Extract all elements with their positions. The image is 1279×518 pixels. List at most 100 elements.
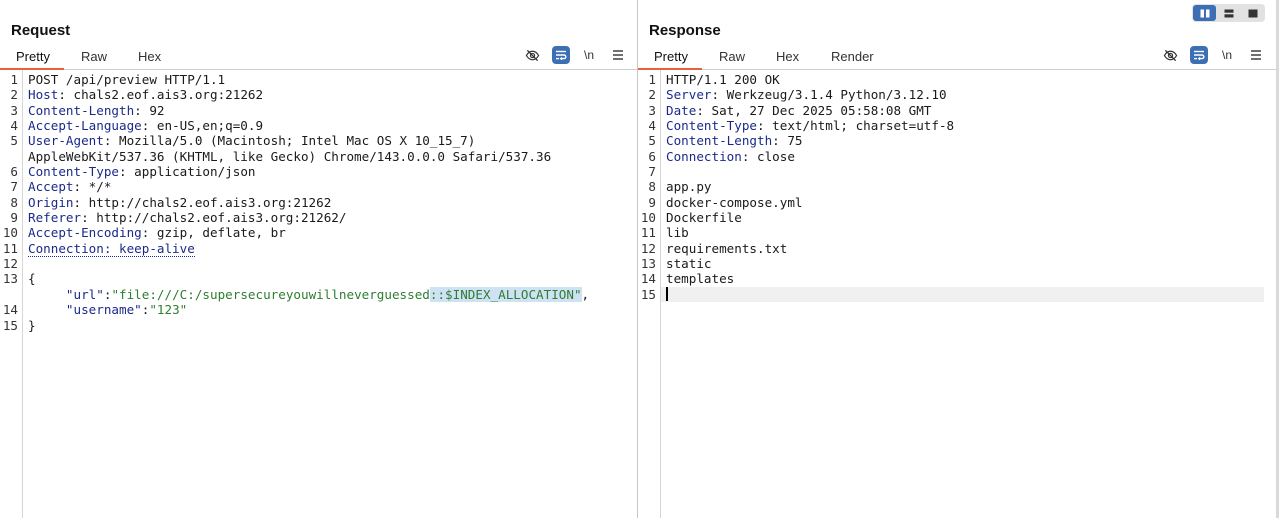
code-token: templates [666, 271, 735, 287]
line-number: 9 [648, 194, 656, 210]
line-content: static [666, 256, 712, 271]
code-token: ::$INDEX_ALLOCATION" [429, 286, 582, 302]
line-number: 14 [2, 302, 18, 318]
line-number: 8 [10, 194, 18, 210]
current-line-highlight [661, 286, 1264, 303]
request-editor[interactable]: 1 POST /api/preview HTTP/1.1 2 Host: chals2… [0, 70, 637, 518]
line-content: Dockerfile [666, 210, 742, 225]
code-line: 9 docker-compose.yml [638, 195, 1276, 210]
line-number: 14 [640, 271, 656, 287]
menu-icon[interactable] [1247, 46, 1265, 64]
menu-icon[interactable] [609, 46, 627, 64]
response-tab-render[interactable]: Render [831, 49, 874, 70]
code-token: , [581, 286, 590, 302]
code-line: 4 Accept-Language: en-US,en;q=0.9 [0, 118, 637, 133]
code-token: : 75 [772, 133, 803, 149]
line-number: 13 [2, 271, 18, 287]
line-number: 3 [10, 102, 18, 118]
line-number: 9 [10, 210, 18, 226]
line-number: 10 [2, 225, 18, 241]
request-tab-raw[interactable]: Raw [81, 49, 107, 70]
code-line: 3 Content-Length: 92 [0, 103, 637, 118]
code-token: "123" [149, 302, 188, 318]
request-tab-hex[interactable]: Hex [138, 49, 161, 70]
request-code-lines: 1 POST /api/preview HTTP/1.1 2 Host: chals2… [0, 72, 637, 333]
code-line: AppleWebKit/537.36 (KHTML, like Gecko) C… [0, 149, 637, 164]
code-line: 6 Connection: close [638, 149, 1276, 164]
hide-nonprintable-icon[interactable] [1161, 46, 1179, 64]
code-token: Accept [28, 179, 74, 195]
code-line: 3 Date: Sat, 27 Dec 2025 05:58:08 GMT [638, 103, 1276, 118]
line-number: 15 [640, 286, 656, 302]
response-title: Response [649, 22, 721, 39]
line-number: 6 [648, 148, 656, 164]
line-content: app.py [666, 179, 712, 194]
code-token: User-Agent [28, 133, 104, 149]
response-pane: Response Pretty Raw Hex Render \n 1 HTTP/… [638, 0, 1276, 518]
code-token: requirements.txt [666, 240, 788, 256]
word-wrap-icon[interactable] [1190, 46, 1208, 64]
code-token: : http://chals2.eof.ais3.org:21262/ [81, 210, 347, 226]
line-content: Date: Sat, 27 Dec 2025 05:58:08 GMT [666, 103, 931, 118]
single-pane-layout-icon[interactable] [1241, 5, 1264, 21]
code-line: 2 Server: Werkzeug/3.1.4 Python/3.12.10 [638, 87, 1276, 102]
code-token: } [28, 317, 36, 333]
code-line: 13 { [0, 271, 637, 286]
line-number: 5 [648, 133, 656, 149]
code-token: Connection: keep-alive [28, 240, 195, 257]
line-number: 1 [648, 72, 656, 87]
line-content: templates [666, 271, 734, 286]
line-number: 3 [648, 102, 656, 118]
code-line: 13 static [638, 256, 1276, 271]
code-token: Accept-Encoding [28, 225, 142, 241]
line-number: 6 [10, 164, 18, 180]
side-by-side-layout-icon[interactable] [1193, 5, 1216, 21]
code-token: : */* [73, 179, 112, 195]
code-token: : application/json [119, 164, 256, 180]
line-content: Content-Length: 92 [28, 103, 165, 118]
show-newlines-icon[interactable]: \n [580, 46, 598, 64]
code-token: HTTP/1.1 200 OK [666, 72, 780, 87]
code-token: "username" [65, 302, 142, 318]
response-tab-pretty[interactable]: Pretty [654, 49, 688, 70]
code-token: app.py [666, 179, 712, 195]
line-content: HTTP/1.1 200 OK [666, 72, 780, 87]
line-content: lib [666, 225, 689, 240]
show-newlines-icon[interactable]: \n [1218, 46, 1236, 64]
line-content: Content-Type: application/json [28, 164, 255, 179]
line-content: Connection: close [666, 149, 795, 164]
word-wrap-icon[interactable] [552, 46, 570, 64]
hide-nonprintable-icon[interactable] [523, 46, 541, 64]
request-title: Request [11, 22, 71, 39]
stacked-layout-icon[interactable] [1217, 5, 1240, 21]
code-token: Server [666, 87, 712, 103]
code-line: 7 [638, 164, 1276, 179]
line-number: 13 [640, 256, 656, 272]
line-number: 11 [640, 225, 656, 241]
code-token: { [28, 271, 36, 287]
code-line: 8 Origin: http://chals2.eof.ais3.org:2126… [0, 195, 637, 210]
line-content: User-Agent: Mozilla/5.0 (Macintosh; Inte… [28, 133, 475, 148]
response-editor[interactable]: 1 HTTP/1.1 200 OK 2 Server: Werkzeug/3.1.4 … [638, 70, 1276, 518]
line-number: 4 [10, 118, 18, 134]
line-content: Host: chals2.eof.ais3.org:21262 [28, 87, 263, 102]
code-line: 14 templates [638, 271, 1276, 286]
code-token: : text/html; charset=utf-8 [757, 118, 955, 134]
code-token: : Sat, 27 Dec 2025 05:58:08 GMT [696, 102, 932, 118]
code-token: "file:///C:/supersecureyouwillneverguess… [111, 286, 430, 302]
code-line: 11 lib [638, 225, 1276, 240]
response-tab-raw[interactable]: Raw [719, 49, 745, 70]
response-tab-hex[interactable]: Hex [776, 49, 799, 70]
code-token: : Werkzeug/3.1.4 Python/3.12.10 [711, 87, 947, 103]
code-line: 7 Accept: */* [0, 179, 637, 194]
line-content: "username":"123" [28, 302, 187, 317]
code-line: 6 Content-Type: application/json [0, 164, 637, 179]
line-number: 4 [648, 118, 656, 134]
request-pane: Request Pretty Raw Hex \n 1 POST /api/pre… [0, 0, 637, 518]
code-line: 11 Connection: keep-alive [0, 240, 637, 257]
request-tab-pretty[interactable]: Pretty [16, 49, 50, 70]
code-line: 10 Accept-Encoding: gzip, deflate, br [0, 225, 637, 240]
line-content: Accept-Encoding: gzip, deflate, br [28, 225, 286, 240]
code-token: "url" [65, 286, 104, 302]
